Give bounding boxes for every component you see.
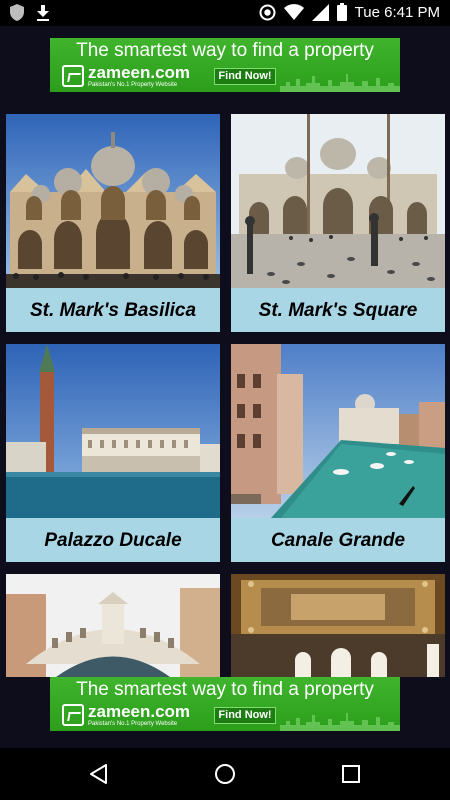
zameen-logo-icon [62, 65, 84, 87]
place-photo [231, 574, 445, 677]
ad-subtitle: Pakistan's No.1 Property Website [88, 721, 178, 727]
ad-subtitle: Pakistan's No.1 Property Website [88, 82, 178, 88]
skyline-icon [280, 74, 400, 92]
data-saver-icon [259, 4, 276, 21]
place-caption: St. Mark's Square [231, 290, 445, 332]
place-tile-5[interactable] [6, 574, 220, 677]
skyline-icon [280, 713, 400, 731]
place-caption: Canale Grande [231, 520, 445, 562]
ad-banner-top[interactable]: The smartest way to find a property zame… [50, 38, 400, 92]
place-caption: Palazzo Ducale [6, 520, 220, 562]
back-icon[interactable] [86, 761, 112, 787]
recents-icon[interactable] [338, 761, 364, 787]
battery-icon [336, 3, 347, 21]
wifi-icon [283, 4, 304, 20]
place-tile-canale-grande[interactable]: Canale Grande [231, 344, 445, 562]
ad-banner-bottom[interactable]: The smartest way to find a property zame… [50, 677, 400, 731]
place-photo [231, 344, 445, 518]
place-tile-st-marks-square[interactable]: St. Mark's Square [231, 114, 445, 332]
status-bar: Tue 6:41 PM [0, 0, 450, 26]
download-icon [36, 4, 50, 21]
place-tile-st-marks-basilica[interactable]: St. Mark's Basilica [6, 114, 220, 332]
zameen-logo-icon [62, 704, 84, 726]
signal-icon [311, 3, 329, 21]
ad-brand: zameen.com [88, 63, 191, 82]
ad-find-now-button[interactable]: Find Now! [214, 68, 276, 85]
ad-brand: zameen.com [88, 702, 191, 721]
place-tile-palazzo-ducale[interactable]: Palazzo Ducale [6, 344, 220, 562]
navigation-bar [0, 748, 450, 800]
place-caption: St. Mark's Basilica [6, 290, 220, 332]
ad-find-now-button[interactable]: Find Now! [214, 707, 276, 724]
home-icon[interactable] [212, 761, 238, 787]
place-photo [6, 344, 220, 518]
place-photo [231, 114, 445, 288]
ad-tagline: The smartest way to find a property [76, 679, 374, 700]
shield-icon [10, 4, 24, 21]
place-tile-6[interactable] [231, 574, 445, 677]
place-photo [6, 114, 220, 288]
ad-tagline: The smartest way to find a property [76, 40, 374, 61]
place-photo [6, 574, 220, 677]
clock: Tue 6:41 PM [354, 3, 440, 21]
